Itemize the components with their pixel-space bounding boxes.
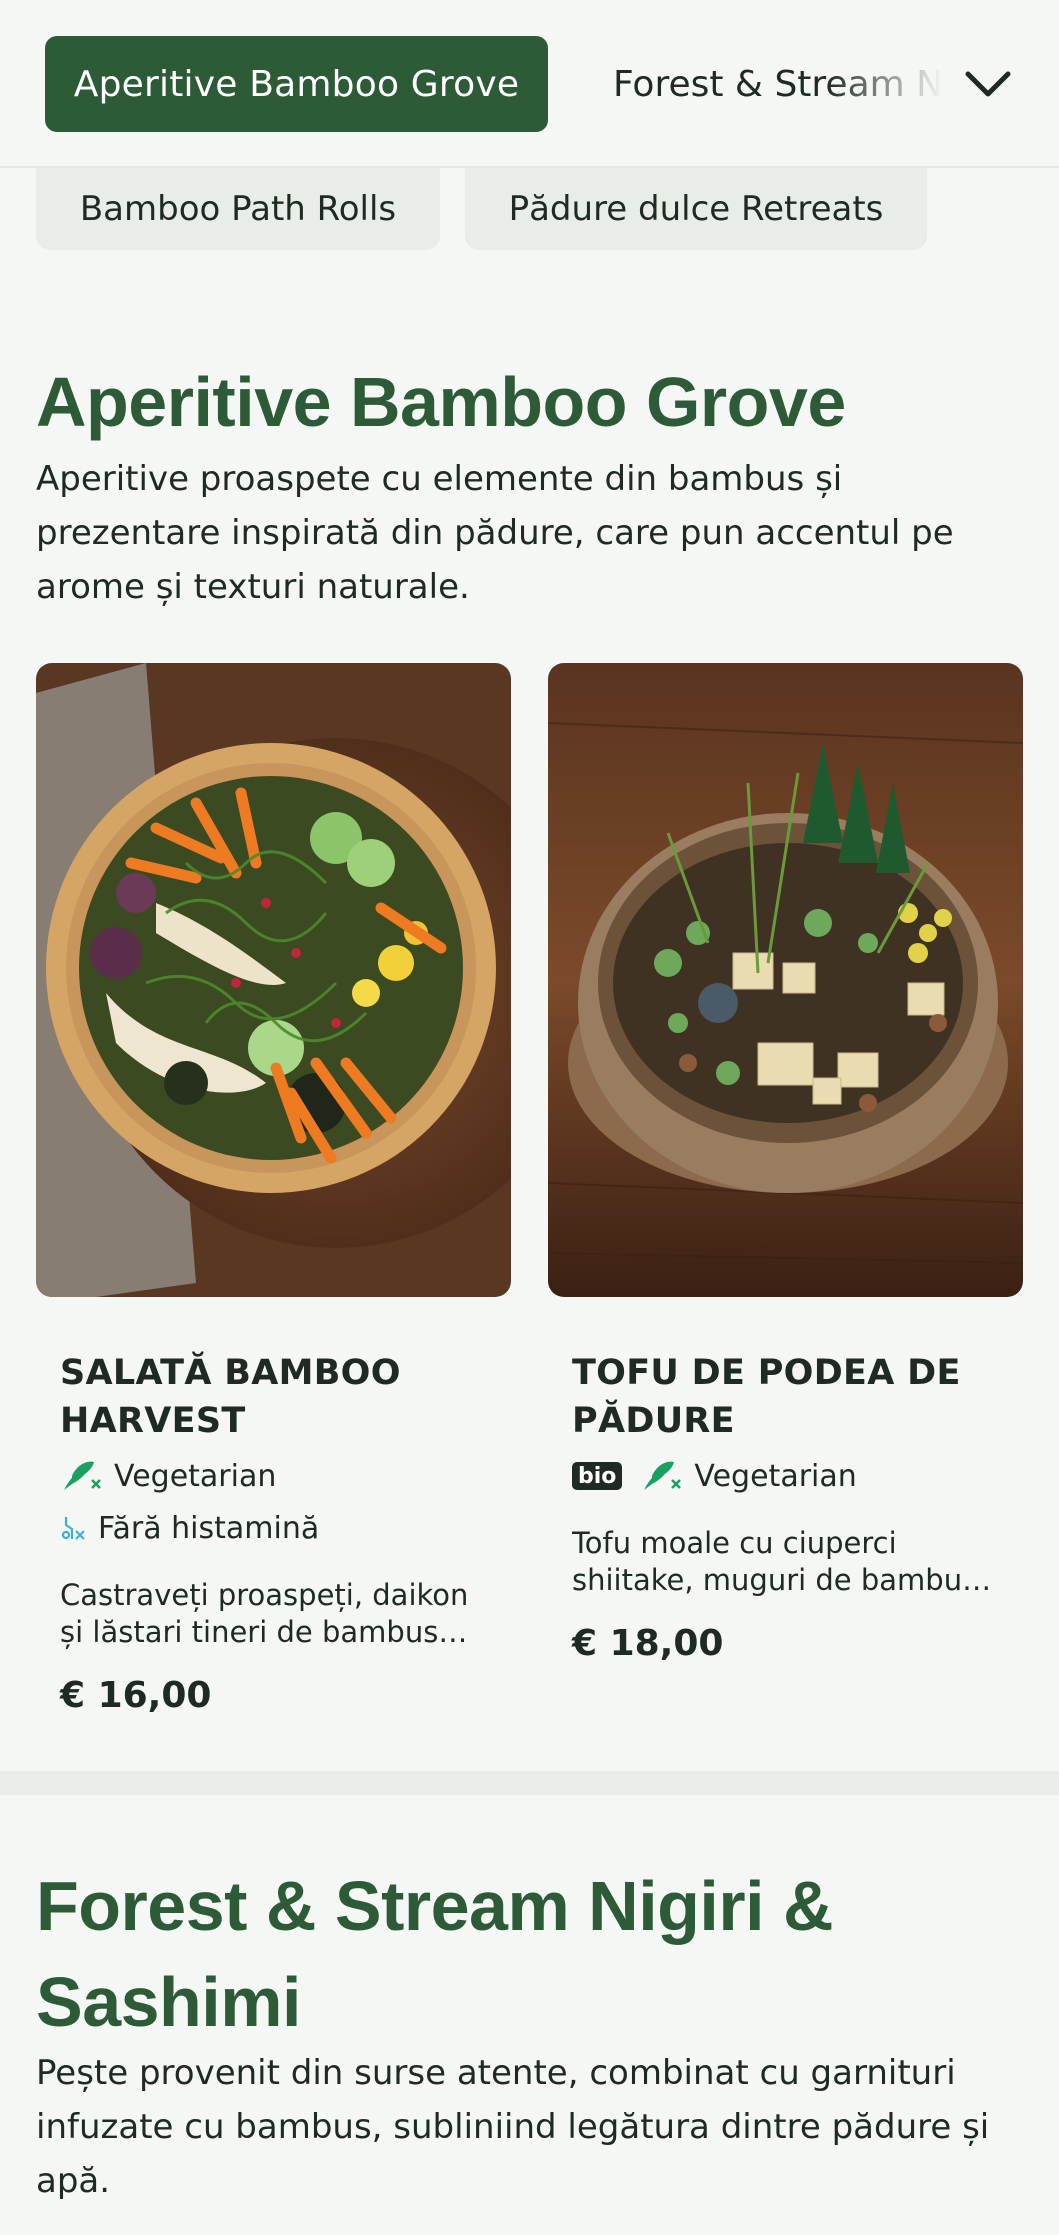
section-description: Aperitive proaspete cu elemente din bamb… — [36, 459, 954, 607]
category-tab-active[interactable]: Aperitive Bamboo Grove — [45, 36, 548, 132]
chip-padure-dulce[interactable]: Pădure dulce Retreats — [465, 168, 927, 250]
histamine-free-icon — [60, 1513, 86, 1543]
diet-tag: Fără histamină — [60, 1507, 487, 1549]
vegetarian-icon — [60, 1458, 102, 1494]
menu-item-price: € 16,00 — [60, 1675, 212, 1716]
subcategory-chips: Bamboo Path Rolls Pădure dulce Retreats — [0, 168, 1059, 252]
tag-label: Vegetarian — [114, 1458, 277, 1494]
section-divider — [0, 1771, 1059, 1795]
menu-item-name: TOFU DE PODEA DE PĂDURE — [572, 1353, 961, 1441]
menu-item-price: € 18,00 — [572, 1623, 724, 1664]
menu-item-description: Tofu moale cu ciuperci shiitake, muguri … — [572, 1526, 978, 1597]
menu-item-name: SALATĂ BAMBOO HARVEST — [60, 1353, 401, 1441]
vegetarian-icon — [640, 1458, 682, 1494]
menu-item-card[interactable]: TOFU DE PODEA DE PĂDURE bio Vegetarian T… — [548, 663, 1023, 1664]
bio-badge: bio — [572, 1462, 623, 1490]
diet-tag: bio Vegetarian — [572, 1455, 999, 1497]
category-tab-next[interactable]: Forest & Stream Nigiri & Sashimi — [613, 36, 943, 132]
tofu-bowl-photo — [548, 663, 1023, 1297]
chevron-down-icon[interactable] — [960, 56, 1016, 112]
tag-label: Fără histamină — [98, 1510, 320, 1546]
tag-label: Vegetarian — [694, 1458, 857, 1494]
chip-bamboo-path-rolls[interactable]: Bamboo Path Rolls — [36, 168, 440, 250]
diet-tag: Vegetarian — [60, 1455, 487, 1497]
menu-item-description: Castraveți proaspeți, daikon și lăstari … — [60, 1578, 469, 1649]
salad-photo — [36, 663, 511, 1297]
section-title: Forest & Stream Nigiri & Sashimi — [36, 1867, 834, 2041]
section-title: Aperitive Bamboo Grove — [36, 363, 846, 441]
menu-item-card[interactable]: SALATĂ BAMBOO HARVEST Vegetarian Fără hi… — [36, 663, 511, 1716]
section-description: Pește provenit din surse atente, combina… — [36, 2053, 990, 2201]
category-nav: Aperitive Bamboo Grove Forest & Stream N… — [0, 0, 1059, 168]
menu-page: Aperitive Bamboo Grove Forest & Stream N… — [0, 0, 1059, 2235]
